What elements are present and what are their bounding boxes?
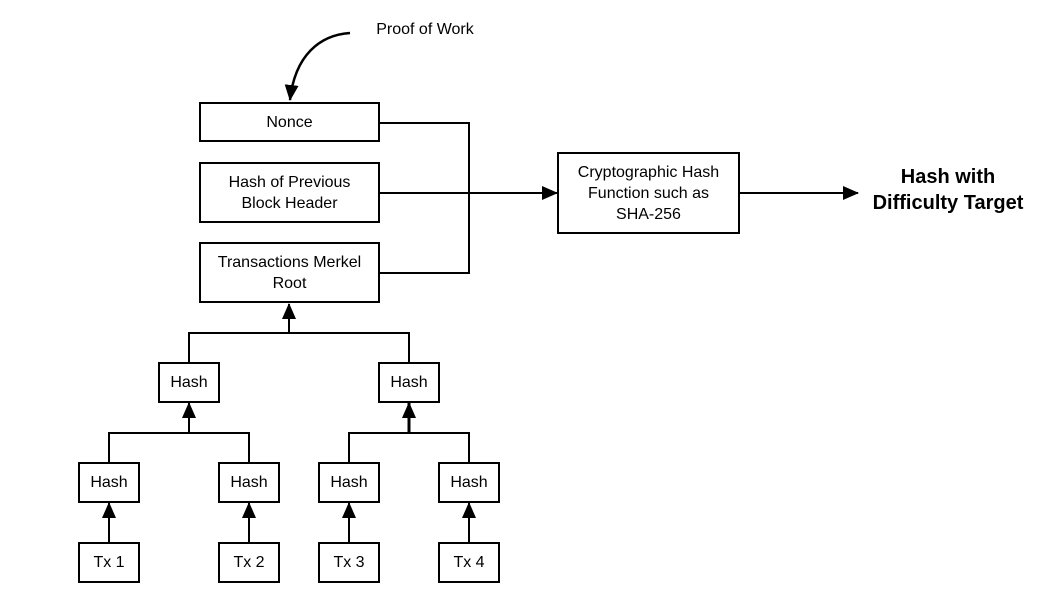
merkle-hash-l2-1: Hash <box>218 462 280 503</box>
merkle-level1-join <box>188 332 410 362</box>
merkle-hash-l2-3: Hash <box>438 462 500 503</box>
pow-arrow <box>284 31 351 101</box>
merkle-hash-l2-0: Hash <box>78 462 140 503</box>
merkle-right-join <box>348 432 470 462</box>
nonce-connector <box>379 122 470 274</box>
nonce-box: Nonce <box>199 102 380 142</box>
merkle-hash-l2-2: Hash <box>318 462 380 503</box>
prev-hash-box: Hash of Previous Block Header <box>199 162 380 223</box>
merkle-left-join <box>108 432 250 462</box>
result-label: Hash with Difficulty Target <box>872 166 1024 214</box>
merkle-root-box: Transactions Merkel Root <box>199 242 380 303</box>
tx-box-4: Tx 4 <box>438 542 500 583</box>
tx-box-1: Tx 1 <box>78 542 140 583</box>
tx-box-3: Tx 3 <box>318 542 380 583</box>
connectors <box>102 31 859 542</box>
merkle-hash-l1-0: Hash <box>158 362 220 403</box>
merkle-hash-l1-1: Hash <box>378 362 440 403</box>
hash-function-box: Cryptographic Hash Function such as SHA-… <box>557 152 740 234</box>
proof-of-work-label: Proof of Work <box>376 21 474 38</box>
tx-box-2: Tx 2 <box>218 542 280 583</box>
